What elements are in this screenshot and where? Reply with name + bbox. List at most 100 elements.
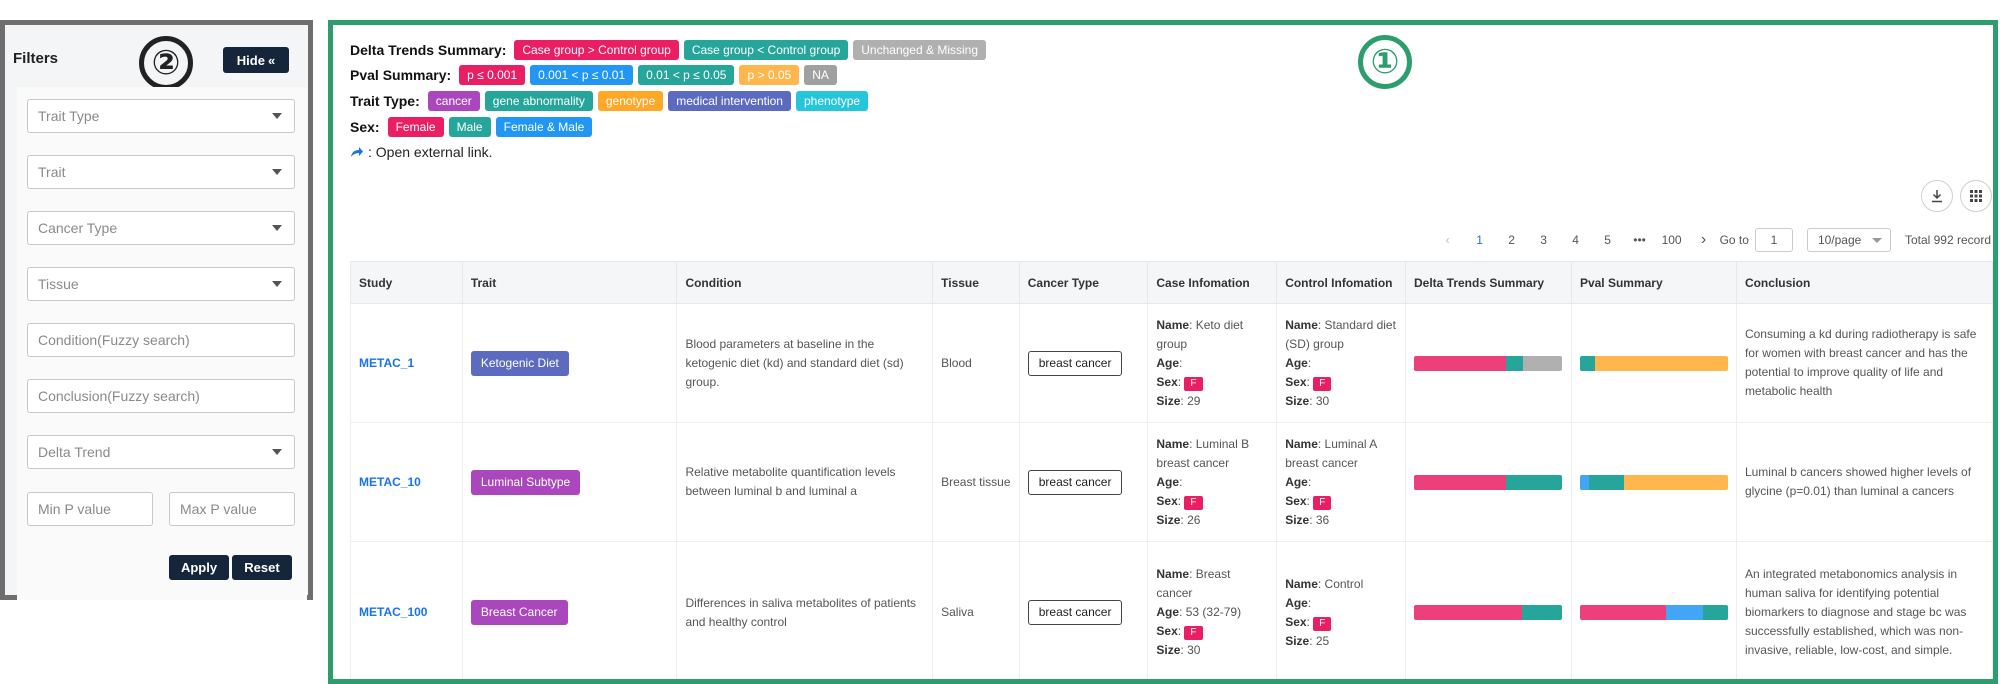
external-link-note: : Open external link. bbox=[350, 144, 493, 160]
pval-summary-bar[interactable] bbox=[1579, 474, 1728, 490]
bar-segment bbox=[1579, 474, 1589, 490]
tissue-select[interactable]: Tissue bbox=[27, 267, 295, 301]
age-label: Age bbox=[1156, 474, 1180, 489]
page-2-button[interactable]: 2 bbox=[1496, 233, 1528, 247]
legend-tag: p ≤ 0.001 bbox=[459, 65, 526, 85]
column-header[interactable]: Trait bbox=[461, 261, 678, 304]
legend-tag: medical intervention bbox=[668, 91, 791, 111]
trait-tag: Ketogenic Diet bbox=[470, 350, 569, 376]
size-label: Size bbox=[1156, 512, 1181, 527]
name-label: Name bbox=[1156, 436, 1190, 451]
study-link[interactable]: METAC_100 bbox=[359, 605, 427, 619]
control-info-cell: Name: Control Age: Sex: F Size: 25 bbox=[1276, 541, 1406, 679]
trait-type-placeholder: Trait Type bbox=[38, 108, 100, 124]
delta-trend-bar[interactable] bbox=[1413, 474, 1562, 490]
grid-icon bbox=[1970, 190, 1982, 202]
tissue-placeholder: Tissue bbox=[38, 276, 79, 292]
condition-cell: Relative metabolite quantification level… bbox=[676, 422, 934, 542]
sex-label: Sex bbox=[1156, 624, 1178, 638]
study-link[interactable]: METAC_10 bbox=[359, 475, 421, 489]
prev-page-button[interactable]: ‹ bbox=[1432, 233, 1464, 247]
legend-tag: Female bbox=[387, 117, 444, 137]
pval-summary-bar[interactable] bbox=[1579, 355, 1728, 371]
page-1-button[interactable]: 1 bbox=[1464, 233, 1496, 247]
bar-segment bbox=[1588, 474, 1625, 490]
download-button[interactable] bbox=[1921, 180, 1953, 212]
bar-segment bbox=[1522, 605, 1562, 620]
condition-search-input[interactable]: Condition(Fuzzy search) bbox=[27, 323, 295, 357]
more-pages-button[interactable]: ••• bbox=[1624, 233, 1656, 247]
column-header[interactable]: Cancer Type bbox=[1018, 261, 1149, 304]
legend-tag: gene abnormality bbox=[484, 91, 593, 111]
name-label: Name bbox=[1285, 317, 1318, 332]
pval-summary-bar[interactable] bbox=[1579, 605, 1728, 620]
name-label: Name bbox=[1285, 436, 1318, 451]
goto-page-input[interactable]: 1 bbox=[1754, 228, 1793, 252]
cancer-type-select[interactable]: Cancer Type bbox=[27, 211, 295, 245]
callout-1-marker: ① bbox=[1358, 35, 1412, 89]
legend-tag: 0.001 < p ≤ 0.01 bbox=[530, 65, 634, 85]
age-label: Age bbox=[1285, 474, 1308, 489]
study-link[interactable]: METAC_1 bbox=[359, 356, 414, 370]
page-3-button[interactable]: 3 bbox=[1528, 233, 1560, 247]
cancer-type-tag: breast cancer bbox=[1027, 469, 1123, 495]
column-header[interactable]: Condition bbox=[676, 261, 934, 304]
delta-trend-select[interactable]: Delta Trend bbox=[27, 435, 295, 469]
bar-segment bbox=[1624, 474, 1728, 490]
reset-button[interactable]: Reset bbox=[232, 555, 292, 580]
name-label: Name bbox=[1156, 317, 1190, 332]
columns-button[interactable] bbox=[1960, 180, 1992, 212]
column-header[interactable]: Delta Trends Summary bbox=[1404, 261, 1572, 304]
delta-trend-bar[interactable] bbox=[1413, 605, 1562, 620]
filters-title: Filters bbox=[13, 50, 59, 67]
sex-badge: F bbox=[1184, 495, 1203, 510]
bar-segment bbox=[1413, 355, 1506, 371]
double-chevron-left-icon: « bbox=[267, 52, 276, 68]
bar-segment bbox=[1413, 474, 1506, 490]
control-name: Control bbox=[1324, 576, 1364, 591]
column-header[interactable]: Conclusion bbox=[1735, 261, 1993, 304]
bar-segment bbox=[1523, 355, 1562, 371]
bar-segment bbox=[1505, 355, 1524, 371]
min-p-value-input[interactable]: Min P value bbox=[27, 492, 153, 526]
column-header[interactable]: Tissue bbox=[932, 261, 1020, 304]
page-size-select[interactable]: 10/page bbox=[1806, 228, 1891, 252]
conclusion-cell: An integrated metabonomics analysis in h… bbox=[1735, 541, 1993, 679]
case-size: 26 bbox=[1187, 512, 1201, 527]
apply-button[interactable]: Apply bbox=[169, 555, 229, 580]
page-last-button[interactable]: 100 bbox=[1656, 233, 1688, 247]
table-row: METAC_1 Ketogenic Diet Blood parameters … bbox=[350, 303, 1993, 423]
trait-type-select[interactable]: Trait Type bbox=[27, 99, 295, 133]
legend-delta-trends: Delta Trends Summary: Case group > Contr… bbox=[350, 40, 986, 60]
control-info-cell: Name: Luminal A breast cancer Age: Sex: … bbox=[1276, 422, 1406, 542]
filters-form: Trait Type Trait Cancer Type Tissue Cond… bbox=[17, 87, 307, 600]
legend-tag: Male bbox=[448, 117, 491, 137]
column-header[interactable]: Pval Summary bbox=[1570, 261, 1737, 304]
column-header[interactable]: Control Infomation bbox=[1276, 261, 1406, 304]
max-p-value-input[interactable]: Max P value bbox=[169, 492, 295, 526]
legend-tag: p > 0.05 bbox=[739, 65, 800, 85]
external-link-note-text: : Open external link. bbox=[368, 144, 493, 160]
legend-sex: Sex: Female Male Female & Male bbox=[350, 117, 593, 137]
bar-segment bbox=[1665, 605, 1703, 620]
page-5-button[interactable]: 5 bbox=[1592, 233, 1624, 247]
conclusion-placeholder: Conclusion(Fuzzy search) bbox=[38, 388, 200, 404]
size-label: Size bbox=[1285, 633, 1310, 648]
max-p-placeholder: Max P value bbox=[180, 501, 257, 517]
legend-tag: genotype bbox=[597, 91, 664, 111]
condition-cell: Blood parameters at baseline in the keto… bbox=[676, 303, 934, 423]
column-header[interactable]: Study bbox=[350, 261, 463, 304]
bar-segment bbox=[1579, 605, 1666, 620]
table-row: METAC_100 Breast Cancer Differences in s… bbox=[350, 541, 1993, 679]
column-header[interactable]: Case Infomation bbox=[1147, 261, 1278, 304]
caret-down-icon bbox=[272, 169, 282, 175]
trait-select[interactable]: Trait bbox=[27, 155, 295, 189]
next-page-button[interactable]: › bbox=[1688, 231, 1720, 249]
conclusion-search-input[interactable]: Conclusion(Fuzzy search) bbox=[27, 379, 295, 413]
delta-trend-bar[interactable] bbox=[1413, 355, 1562, 371]
legend-title: Delta Trends Summary: bbox=[350, 42, 507, 58]
hide-filters-button[interactable]: Hide « bbox=[223, 47, 289, 73]
external-link-icon bbox=[351, 147, 363, 157]
page-4-button[interactable]: 4 bbox=[1560, 233, 1592, 247]
control-size: 30 bbox=[1315, 393, 1330, 408]
